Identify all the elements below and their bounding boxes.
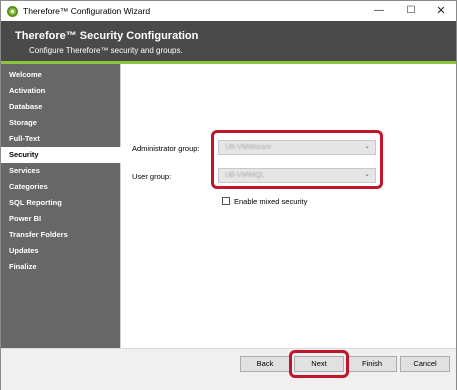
close-icon[interactable]: ✕ <box>426 1 456 21</box>
page-subtitle: Configure Therefore™ security and groups… <box>29 46 183 55</box>
sidebar-item-activation[interactable]: Activation <box>1 83 121 99</box>
security-config-panel: Administrator group: UB-VM\Wizare ⌄ User… <box>122 64 456 348</box>
sidebar-item-updates[interactable]: Updates <box>1 243 121 259</box>
sidebar-item-database[interactable]: Database <box>1 99 121 115</box>
administrator-group-label: Administrator group: <box>132 144 200 153</box>
wizard-header: Therefore™ Security Configuration Config… <box>1 21 456 61</box>
sidebar-item-finalize[interactable]: Finalize <box>1 259 121 275</box>
sidebar-item-storage[interactable]: Storage <box>1 115 121 131</box>
sidebar-item-security[interactable]: Security <box>1 147 121 163</box>
window-title: Therefore™ Configuration Wizard <box>23 6 151 16</box>
cancel-button[interactable]: Cancel <box>400 356 450 372</box>
sidebar-item-power-bi[interactable]: Power BI <box>1 211 121 227</box>
mixed-security-label: Enable mixed security <box>234 197 308 206</box>
sidebar-item-services[interactable]: Services <box>1 163 121 179</box>
title-bar: Therefore™ Configuration Wizard — ☐ ✕ <box>1 1 456 21</box>
mixed-security-checkbox[interactable] <box>222 197 230 205</box>
page-title: Therefore™ Security Configuration <box>15 30 199 42</box>
minimize-icon[interactable]: — <box>364 1 394 21</box>
therefore-app-icon <box>7 6 18 17</box>
user-group-label: User group: <box>132 172 172 181</box>
back-button[interactable]: Back <box>240 356 290 372</box>
sidebar-item-full-text[interactable]: Full-Text <box>1 131 121 147</box>
sidebar-item-welcome[interactable]: Welcome <box>1 67 121 83</box>
sidebar-item-sql-reporting[interactable]: SQL Reporting <box>1 195 121 211</box>
sidebar-item-categories[interactable]: Categories <box>1 179 121 195</box>
next-button-highlight <box>289 350 349 378</box>
sidebar-item-transfer-folders[interactable]: Transfer Folders <box>1 227 121 243</box>
wizard-footer: Back Next Finish Cancel <box>1 348 456 390</box>
wizard-steps-sidebar: Welcome Activation Database Storage Full… <box>1 64 121 348</box>
maximize-icon[interactable]: ☐ <box>396 1 426 21</box>
finish-button[interactable]: Finish <box>347 356 397 372</box>
group-selects-highlight <box>211 130 383 189</box>
wizard-window: Therefore™ Configuration Wizard — ☐ ✕ Th… <box>0 0 457 390</box>
